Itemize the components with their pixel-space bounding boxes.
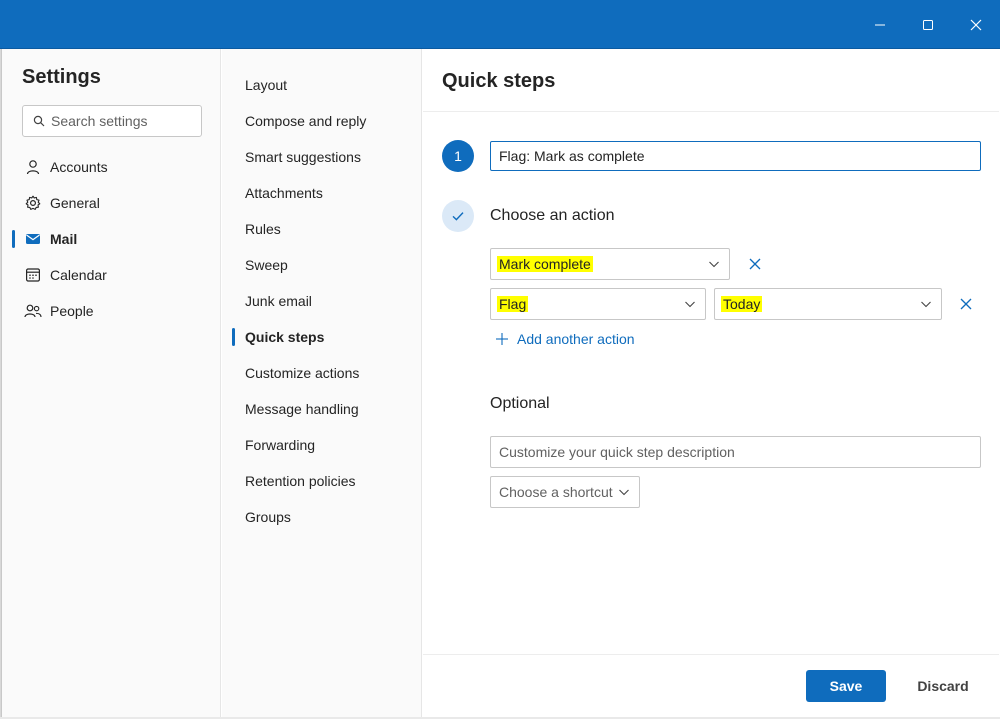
quick-steps-panel: Quick steps 1 Choose an action Mark comp… xyxy=(423,49,999,717)
add-action-label: Add another action xyxy=(517,331,635,347)
step-number-badge: 1 xyxy=(442,140,474,172)
chevron-down-icon xyxy=(617,485,631,499)
sidebar-item-general[interactable]: General xyxy=(2,185,221,221)
sidebar-item-label: Accounts xyxy=(50,159,108,175)
settings-dialog: Settings Accounts General Mail xyxy=(1,49,999,718)
maximize-button[interactable] xyxy=(905,0,951,49)
maximize-icon xyxy=(923,19,933,30)
shortcut-placeholder: Choose a shortcut xyxy=(499,484,613,500)
sidebar-item-calendar[interactable]: Calendar xyxy=(2,257,221,293)
mail-settings-nav: Layout Compose and reply Smart suggestio… xyxy=(222,49,422,717)
quick-step-name-input[interactable] xyxy=(490,141,981,171)
checkmark-icon xyxy=(452,212,464,221)
discard-button[interactable]: Discard xyxy=(903,670,983,702)
sidebar-item-mail[interactable]: Mail xyxy=(2,221,221,257)
chevron-down-icon xyxy=(919,297,933,311)
settings-nav: Settings Accounts General Mail xyxy=(2,49,221,717)
step-complete-badge xyxy=(442,200,474,232)
nav-item-retention-policies[interactable]: Retention policies xyxy=(222,463,421,499)
search-icon xyxy=(33,115,45,127)
nav-item-message-handling[interactable]: Message handling xyxy=(222,391,421,427)
nav-item-layout[interactable]: Layout xyxy=(222,67,421,103)
sidebar-item-people[interactable]: People xyxy=(2,293,221,329)
choose-action-label: Choose an action xyxy=(490,207,615,224)
divider xyxy=(423,111,999,112)
nav-item-compose-and-reply[interactable]: Compose and reply xyxy=(222,103,421,139)
action-1-value: Mark complete xyxy=(497,256,593,272)
calendar-icon xyxy=(24,266,42,284)
plus-icon xyxy=(494,331,510,347)
nav-item-junk-email[interactable]: Junk email xyxy=(222,283,421,319)
people-icon xyxy=(24,302,42,320)
shortcut-dropdown[interactable]: Choose a shortcut xyxy=(490,476,640,508)
action-2-dropdown[interactable]: Flag xyxy=(490,288,706,320)
settings-title: Settings xyxy=(22,66,101,88)
chevron-down-icon xyxy=(707,257,721,271)
close-icon xyxy=(749,258,761,270)
close-button[interactable] xyxy=(953,0,999,49)
remove-action-1-button[interactable] xyxy=(743,252,767,276)
nav-item-customize-actions[interactable]: Customize actions xyxy=(222,355,421,391)
action-2-option-value: Today xyxy=(721,296,763,312)
action-2-option-dropdown[interactable]: Today xyxy=(714,288,942,320)
sidebar-item-label: Mail xyxy=(50,231,78,247)
save-button[interactable]: Save xyxy=(806,670,886,702)
description-input[interactable] xyxy=(490,436,981,468)
minimize-icon xyxy=(875,24,885,25)
mail-icon xyxy=(24,230,42,248)
search-input[interactable] xyxy=(51,113,191,129)
search-box[interactable] xyxy=(22,105,202,137)
nav-item-rules[interactable]: Rules xyxy=(222,211,421,247)
nav-item-forwarding[interactable]: Forwarding xyxy=(222,427,421,463)
nav-item-attachments[interactable]: Attachments xyxy=(222,175,421,211)
footer-divider xyxy=(423,654,999,655)
nav-item-sweep[interactable]: Sweep xyxy=(222,247,421,283)
nav-item-groups[interactable]: Groups xyxy=(222,499,421,535)
gear-icon xyxy=(24,194,42,212)
sidebar-item-label: Calendar xyxy=(50,267,107,283)
close-icon xyxy=(970,19,982,30)
close-icon xyxy=(960,298,972,310)
chevron-down-icon xyxy=(683,297,697,311)
page-title: Quick steps xyxy=(442,70,556,92)
nav-item-smart-suggestions[interactable]: Smart suggestions xyxy=(222,139,421,175)
sidebar-item-label: People xyxy=(50,303,94,319)
action-1-dropdown[interactable]: Mark complete xyxy=(490,248,730,280)
remove-action-2-button[interactable] xyxy=(954,292,978,316)
person-icon xyxy=(24,158,42,176)
sidebar-item-label: General xyxy=(50,195,100,211)
optional-label: Optional xyxy=(490,395,550,412)
sidebar-item-accounts[interactable]: Accounts xyxy=(2,149,221,185)
add-another-action-button[interactable]: Add another action xyxy=(494,331,635,347)
action-2-value: Flag xyxy=(497,296,529,312)
title-bar xyxy=(0,0,1000,49)
nav-item-quick-steps[interactable]: Quick steps xyxy=(222,319,421,355)
minimize-button[interactable] xyxy=(857,0,903,49)
